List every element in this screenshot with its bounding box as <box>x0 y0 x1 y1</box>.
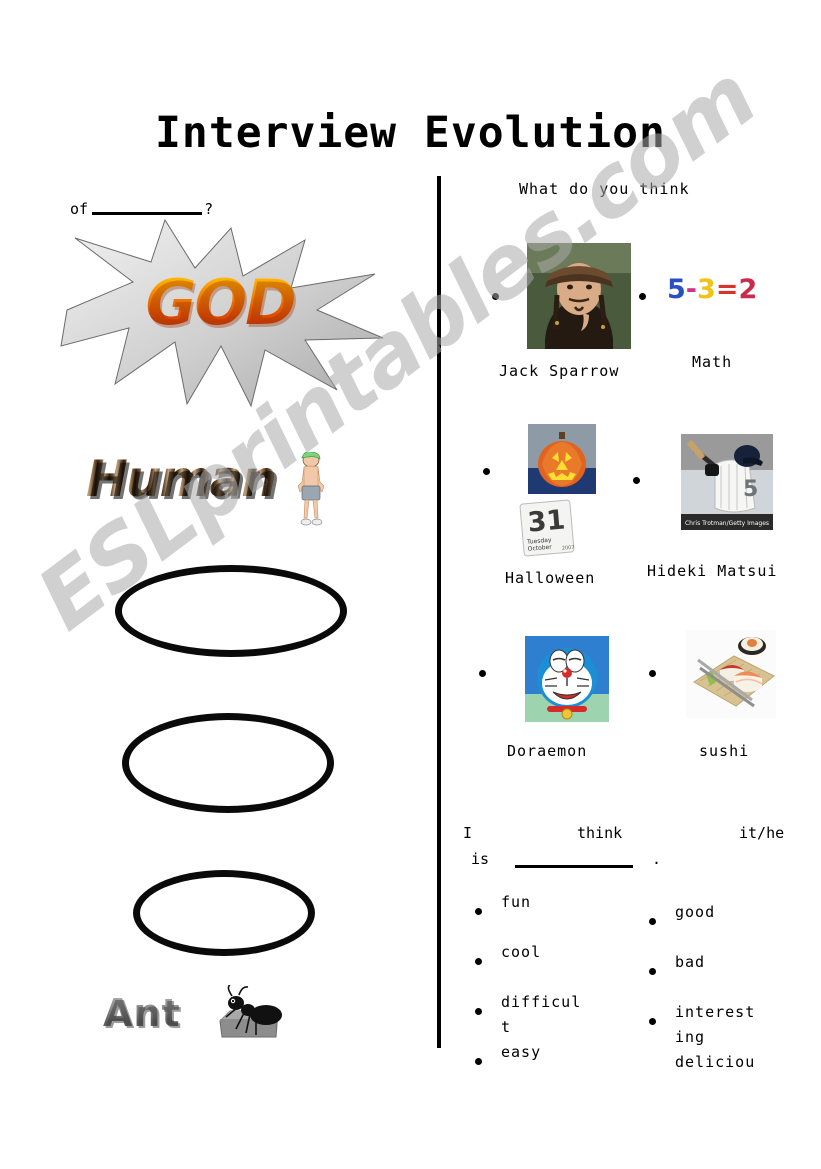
bullet-doraemon[interactable] <box>479 670 486 677</box>
sentence-period: . <box>652 850 662 868</box>
label-interesting: interesting <box>675 1003 756 1046</box>
svg-text:2007: 2007 <box>562 545 575 552</box>
label-sushi: sushi <box>699 742 750 760</box>
god-starburst-block: GOD <box>55 218 385 408</box>
ant-word-art: Ant <box>103 991 181 1035</box>
human-word-art: Human <box>86 450 277 508</box>
label-math: Math <box>692 353 733 371</box>
math-equals-sign: = <box>715 274 739 305</box>
label-halloween: Halloween <box>505 569 596 587</box>
label-easy: easy <box>501 1043 542 1061</box>
math-digit-3: 3 <box>697 274 716 305</box>
cartoon-muscle-man-icon <box>297 452 325 526</box>
jack-sparrow-photo <box>527 243 631 349</box>
adjective-choices: fun cool difficult easy good bad interes… <box>441 880 821 1068</box>
sushi-platter-photo <box>686 630 776 718</box>
of-label: of <box>70 200 89 218</box>
calendar-31-image: 31 Tuesday October 2007 <box>518 498 577 558</box>
baseball-player-photo: Chris Trotman/Getty Images 5 <box>681 434 773 530</box>
bullet-math[interactable] <box>639 293 646 300</box>
label-bad: bad <box>675 953 706 971</box>
column-divider <box>437 176 441 1048</box>
of-question-mark: ? <box>204 200 214 218</box>
label-doraemon: Doraemon <box>507 742 588 760</box>
bullet-interesting[interactable] <box>649 1018 656 1025</box>
answer-oval-3[interactable] <box>133 870 315 956</box>
bullet-easy[interactable] <box>475 1058 482 1065</box>
label-cool: cool <box>501 943 542 961</box>
bullet-halloween[interactable] <box>483 468 490 475</box>
bullet-hideki-matsui[interactable] <box>633 477 640 484</box>
jack-o-lantern-photo <box>528 424 596 494</box>
ant-on-rock-icon <box>219 985 282 1038</box>
bullet-good[interactable] <box>649 918 656 925</box>
svg-text:Chris Trotman/Getty Images: Chris Trotman/Getty Images <box>685 520 769 527</box>
math-equation-image: 5-3=2 <box>667 274 757 305</box>
math-digit-2: 2 <box>738 274 758 305</box>
label-hideki-matsui: Hideki Matsui <box>647 562 778 580</box>
worksheet-page: Interview Evolution of? GOD Human Ant Wh… <box>0 0 821 1169</box>
right-column: What do you think Jack Sparrow 5-3=2 Mat… <box>441 0 821 1169</box>
bullet-difficult[interactable] <box>475 1008 482 1015</box>
svg-text:31: 31 <box>526 504 566 538</box>
answer-oval-1[interactable] <box>115 565 347 657</box>
god-word-art: GOD <box>55 266 385 339</box>
label-delicious: delicious <box>675 1053 756 1068</box>
bullet-sushi[interactable] <box>649 670 656 677</box>
label-difficult: difficult <box>501 993 582 1036</box>
of-blank-underline[interactable] <box>92 201 203 215</box>
bullet-bad[interactable] <box>649 968 656 975</box>
sentence-word-is: is <box>471 850 490 868</box>
math-minus-sign: - <box>685 274 698 305</box>
sentence-word-think: think <box>577 824 623 842</box>
sentence-word-it-he: it/he <box>739 824 785 842</box>
label-good: good <box>675 903 716 921</box>
what-do-you-think-heading: What do you think <box>519 180 690 198</box>
bullet-jack-sparrow[interactable] <box>492 293 499 300</box>
bullet-cool[interactable] <box>475 958 482 965</box>
left-column: of? GOD Human Ant <box>0 0 437 1169</box>
label-fun: fun <box>501 893 532 911</box>
sentence-blank-underline[interactable] <box>515 864 633 868</box>
doraemon-cartoon-image <box>525 636 609 722</box>
answer-oval-2[interactable] <box>122 713 334 813</box>
math-digit-5: 5 <box>667 274 686 305</box>
label-jack-sparrow: Jack Sparrow <box>499 362 620 380</box>
svg-text:5: 5 <box>743 477 758 502</box>
sentence-word-i: I <box>463 824 473 842</box>
sentence-frame: I think it/he is . <box>459 820 821 872</box>
bullet-fun[interactable] <box>475 908 482 915</box>
of-blank-line: of? <box>70 200 213 218</box>
